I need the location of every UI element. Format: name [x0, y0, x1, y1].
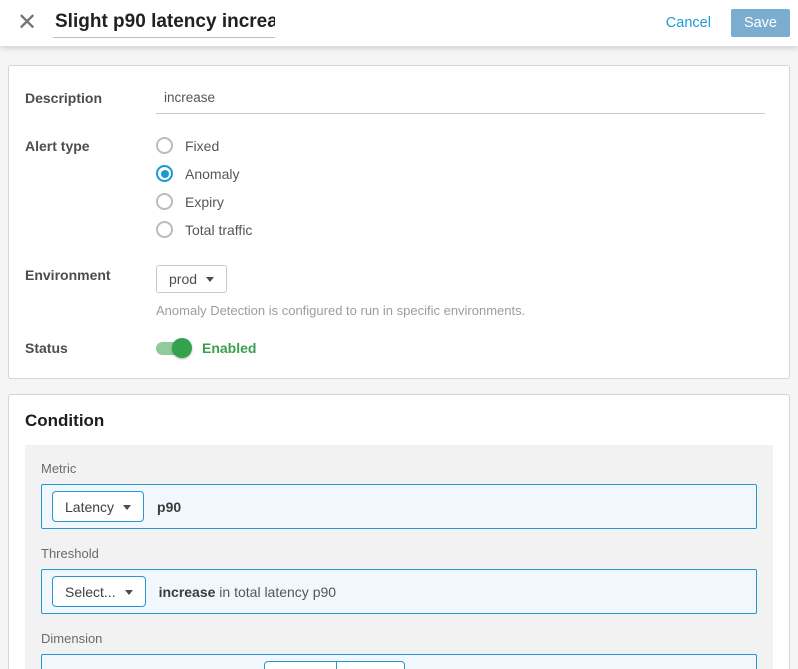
description-input[interactable] — [156, 88, 765, 114]
threshold-select[interactable]: Select... — [52, 576, 146, 607]
threshold-rest-text: in total latency p90 — [215, 584, 336, 600]
description-field-wrap — [156, 88, 765, 114]
environment-row: Environment prod Anomaly Detection is co… — [9, 265, 789, 318]
environment-select[interactable]: prod — [156, 265, 227, 293]
chevron-down-icon — [206, 277, 214, 282]
general-settings-card: Description Alert type Fixed Anomaly Exp… — [8, 65, 790, 379]
description-row: Description — [9, 70, 789, 114]
chevron-down-icon — [125, 590, 133, 595]
status-label: Status — [25, 340, 156, 356]
threshold-label: Threshold — [41, 546, 757, 561]
threshold-detail-text: increase in total latency p90 — [159, 584, 336, 600]
radio-selected-icon — [156, 165, 173, 182]
metric-label: Metric — [41, 461, 757, 476]
dimension-row: All proxies and targets detected Region … — [41, 654, 757, 669]
close-icon[interactable]: ✕ — [16, 13, 38, 33]
radio-icon — [156, 221, 173, 238]
environment-selected-value: prod — [169, 271, 197, 287]
radio-option-label: Fixed — [185, 138, 219, 154]
status-field: Enabled — [156, 340, 256, 356]
threshold-row: Select... increase in total latency p90 — [41, 569, 757, 614]
description-label: Description — [25, 88, 156, 114]
radio-option-label: Expiry — [185, 194, 224, 210]
environment-label: Environment — [25, 265, 156, 318]
environment-help-text: Anomaly Detection is configured to run i… — [156, 303, 525, 318]
alert-type-label: Alert type — [25, 136, 156, 248]
dimension-key-chip: Region — [264, 661, 336, 669]
radio-icon — [156, 137, 173, 154]
cancel-button[interactable]: Cancel — [666, 15, 711, 31]
radio-icon — [156, 193, 173, 210]
status-row: Status Enabled — [9, 340, 789, 378]
dimension-chips: Region Any — [264, 661, 405, 669]
radio-option-anomaly[interactable]: Anomaly — [156, 164, 252, 183]
radio-option-fixed[interactable]: Fixed — [156, 136, 252, 155]
toggle-knob-icon — [172, 338, 192, 358]
environment-field: prod Anomaly Detection is configured to … — [156, 265, 525, 318]
metric-detail-text: p90 — [157, 499, 181, 515]
radio-option-label: Total traffic — [185, 222, 252, 238]
metric-select[interactable]: Latency — [52, 491, 144, 522]
condition-card: Condition Metric Latency p90 Threshold S… — [8, 394, 790, 669]
dimension-label: Dimension — [41, 631, 757, 646]
condition-heading: Condition — [9, 395, 789, 445]
dimension-value-select[interactable]: Any — [336, 661, 405, 669]
alert-type-row: Alert type Fixed Anomaly Expiry Total tr… — [9, 136, 789, 248]
status-toggle[interactable] — [156, 342, 189, 355]
save-button[interactable]: Save — [731, 9, 790, 37]
metric-selected-value: Latency — [65, 499, 114, 515]
threshold-emphasis-text: increase — [159, 584, 216, 600]
metric-row: Latency p90 — [41, 484, 757, 529]
header-bar: ✕ Cancel Save — [0, 0, 798, 46]
radio-option-label: Anomaly — [185, 166, 239, 182]
alert-type-radio-group: Fixed Anomaly Expiry Total traffic — [156, 136, 252, 248]
condition-panel: Metric Latency p90 Threshold Select... i… — [25, 445, 773, 669]
chevron-down-icon — [123, 505, 131, 510]
threshold-selected-value: Select... — [65, 584, 116, 600]
alert-title-input[interactable] — [53, 9, 275, 38]
radio-option-total-traffic[interactable]: Total traffic — [156, 220, 252, 239]
status-value-text: Enabled — [202, 340, 256, 356]
radio-option-expiry[interactable]: Expiry — [156, 192, 252, 211]
